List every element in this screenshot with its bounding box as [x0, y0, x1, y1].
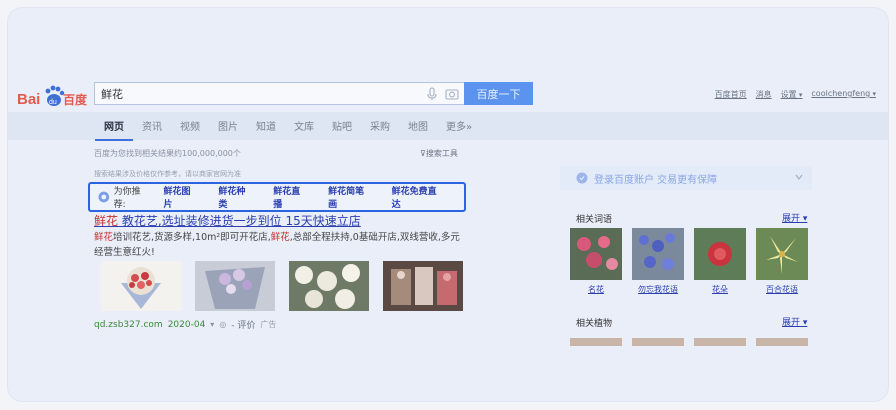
related-word-item[interactable]: 百合花语	[756, 228, 808, 295]
logo-text-bai: Bai	[17, 91, 40, 108]
search-button[interactable]: 百度一下	[464, 82, 533, 105]
chevron-down-icon: ▾	[800, 214, 808, 224]
chevron-down-icon[interactable]: ▾	[210, 320, 214, 329]
related-plants-title: 相关植物	[576, 319, 613, 329]
ad-image-bouquet-purple[interactable]	[195, 261, 275, 311]
chevron-down-icon[interactable]	[794, 172, 804, 182]
desc-highlight: 鲜花	[94, 232, 114, 243]
chevron-down-icon: ▾	[800, 318, 808, 328]
related-words-title: 相关词语	[576, 215, 613, 225]
ad-image-row	[101, 261, 463, 311]
expand-plants-link[interactable]: 展开 ▾	[782, 315, 807, 328]
plant-image[interactable]	[694, 338, 746, 346]
result-count: 百度为您找到相关结果约100,000,000个	[94, 149, 241, 158]
word-image-lily	[756, 228, 808, 280]
expand-label: 展开	[782, 214, 801, 224]
tab-caigou[interactable]: 采购	[361, 116, 399, 141]
search-tools-label: 搜索工具	[425, 149, 458, 158]
recommend-link[interactable]: 鲜花种类	[218, 184, 253, 210]
ad-tag: 广告	[260, 320, 277, 329]
ad-title-text: 教花艺,选址装修进货一步到位 15天快速立店	[118, 214, 361, 228]
desc-highlight: 鲜花	[270, 232, 290, 243]
shield-icon	[576, 172, 588, 184]
eval-link[interactable]: - 评价	[231, 318, 255, 331]
related-plants-strip	[570, 338, 808, 346]
tab-images[interactable]: 图片	[209, 116, 247, 141]
price-notice: 搜索结果涉及价格仅作参考，请以商家官网为准	[94, 170, 241, 178]
logo-text-du: du	[49, 99, 57, 106]
plant-image[interactable]	[756, 338, 808, 346]
settings-link[interactable]: 设置 ▾	[781, 89, 803, 100]
tab-tieba[interactable]: 贴吧	[323, 116, 361, 141]
screenshot-frame: Bai du 百度 鲜花 百度一下 百度首页 消息 设置 ▾ coolcheng…	[8, 8, 888, 401]
ad-title-highlight: 鲜花	[94, 214, 119, 228]
recommend-label: 为你推荐:	[113, 187, 141, 210]
tab-map[interactable]: 地图	[399, 116, 437, 141]
expand-words-link[interactable]: 展开 ▾	[782, 211, 807, 224]
tab-news[interactable]: 资讯	[133, 116, 171, 141]
search-input-value: 鲜花	[101, 88, 123, 101]
ad-image-flower-shop[interactable]	[383, 261, 463, 311]
recommend-link[interactable]: 鲜花图片	[163, 184, 198, 210]
desc-text: 培训花艺,货源多样,10m²即可开花店,	[113, 232, 271, 243]
ad-date: 2020-04	[167, 319, 206, 330]
tab-web[interactable]: 网页	[95, 116, 133, 141]
chevron-down-icon: ▾	[796, 91, 803, 99]
recommend-link[interactable]: 鲜花免费直达	[392, 184, 444, 210]
search-input[interactable]: 鲜花	[94, 82, 464, 105]
login-banner[interactable]: 登录百度账户 交易更有保障	[560, 166, 812, 190]
related-word-item[interactable]: 勿忘我花语	[632, 228, 684, 295]
word-label: 花朵	[712, 285, 728, 294]
logo-text-cn: 百度	[63, 92, 88, 107]
tab-zhidao[interactable]: 知道	[247, 116, 285, 141]
settings-label: 设置	[780, 90, 797, 99]
chevron-down-icon: ▾	[870, 90, 876, 98]
recommend-box: 为你推荐: 鲜花图片 鲜花种类 鲜花直播 鲜花简笔画 鲜花免费直达	[88, 182, 466, 212]
ad-image-bouquet-red[interactable]	[101, 261, 181, 311]
ad-meta-row: qd.zsb327.com 2020-04 ▾ ◎ - 评价 广告	[94, 318, 277, 332]
tab-wenku[interactable]: 文库	[285, 116, 323, 141]
verified-icon: ◎	[219, 320, 227, 329]
user-link[interactable]: coolchengfeng ▾	[811, 89, 876, 100]
username: coolchengfeng	[811, 89, 871, 98]
ad-url[interactable]: qd.zsb327.com	[94, 320, 163, 330]
messages-link[interactable]: 消息	[756, 89, 772, 100]
word-label: 勿忘我花语	[638, 285, 678, 294]
ad-image-white-flowers[interactable]	[289, 261, 369, 311]
tab-more[interactable]: 更多»	[437, 116, 481, 141]
nav-tabs: 网页 资讯 视频 图片 知道 文库 贴吧 采购 地图 更多»	[95, 116, 481, 141]
right-sidebar: 登录百度账户 交易更有保障 相关词语 展开 ▾ 名花 勿忘我花语 花朵 百合花语…	[560, 166, 812, 346]
top-links: 百度首页 消息 设置 ▾ coolchengfeng ▾	[715, 89, 876, 100]
search-tools-link[interactable]: ⊽搜索工具	[420, 148, 458, 159]
recommend-icon	[98, 191, 110, 203]
related-words-grid: 名花 勿忘我花语 花朵 百合花语	[570, 228, 808, 295]
recommend-link[interactable]: 鲜花简笔画	[328, 184, 372, 210]
baidu-logo[interactable]: Bai du 百度	[17, 82, 95, 112]
recommend-link[interactable]: 鲜花直播	[273, 184, 308, 210]
word-label: 名花	[588, 285, 604, 294]
microphone-icon[interactable]	[425, 87, 439, 101]
word-label: 百合花语	[766, 285, 798, 294]
related-word-item[interactable]: 花朵	[694, 228, 746, 295]
camera-icon[interactable]	[445, 87, 459, 101]
plant-image[interactable]	[632, 338, 684, 346]
ad-result-title[interactable]: 鲜花 教花艺,选址装修进货一步到位 15天快速立店	[94, 212, 361, 229]
word-image-minghua	[570, 228, 622, 280]
login-text: 登录百度账户 交易更有保障	[594, 174, 718, 186]
ad-description: 鲜花培训花艺,货源多样,10m²即可开花店,鲜花,总部全程扶持,0基础开店,双线…	[94, 230, 466, 260]
plant-image[interactable]	[570, 338, 622, 346]
related-word-item[interactable]: 名花	[570, 228, 622, 295]
tab-video[interactable]: 视频	[171, 116, 209, 141]
home-link[interactable]: 百度首页	[715, 89, 747, 100]
word-image-forget-me-not	[632, 228, 684, 280]
baidu-results-page: Bai du 百度 鲜花 百度一下 百度首页 消息 设置 ▾ coolcheng…	[8, 8, 888, 401]
expand-label: 展开	[782, 318, 801, 328]
word-image-huaduo	[694, 228, 746, 280]
